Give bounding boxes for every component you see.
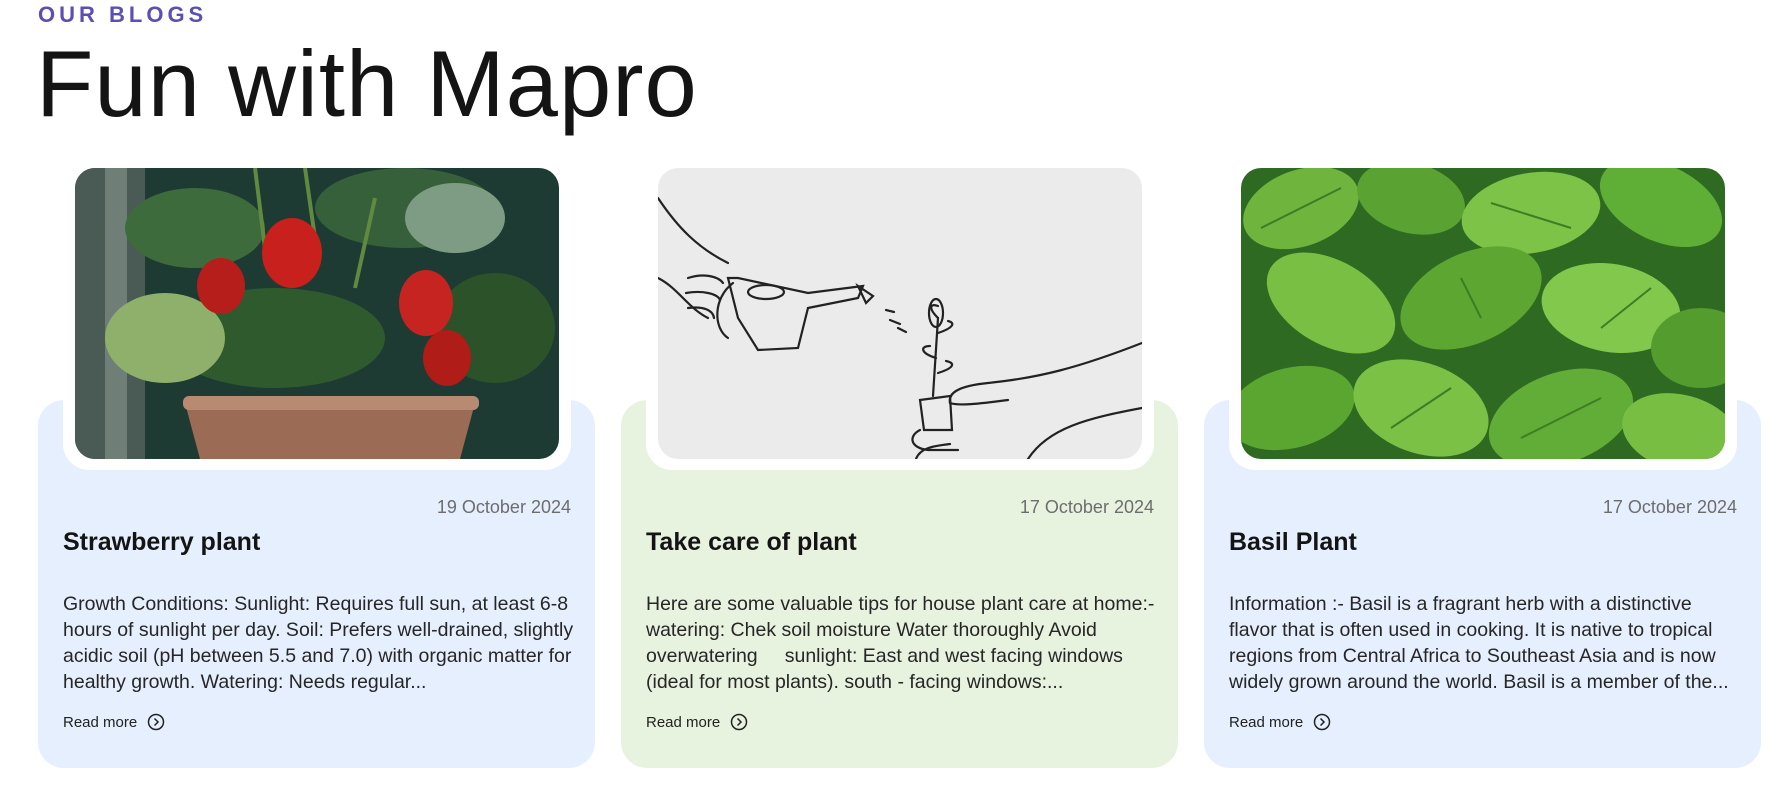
- chevron-right-circle-icon: [730, 713, 748, 731]
- basil-plant-image[interactable]: [1241, 168, 1725, 459]
- strawberry-plant-image[interactable]: [75, 168, 559, 459]
- read-more-label: Read more: [646, 713, 721, 731]
- post-excerpt: Information :- Basil is a fragrant herb …: [1229, 593, 1729, 693]
- read-more-link[interactable]: Read more: [1229, 713, 1331, 731]
- page-title: Fun with Mapro: [36, 31, 698, 136]
- read-more-link[interactable]: Read more: [63, 713, 165, 731]
- strawberry-plant-illustration: [75, 168, 559, 459]
- post-title[interactable]: Take care of plant: [646, 528, 857, 557]
- post-excerpt: Growth Conditions: Sunlight: Requires fu…: [63, 593, 574, 693]
- post-title[interactable]: Strawberry plant: [63, 528, 260, 557]
- basil-leaves-illustration: [1241, 168, 1725, 459]
- section-eyebrow: OUR BLOGS: [38, 2, 208, 27]
- read-more-label: Read more: [63, 713, 138, 731]
- read-more-link[interactable]: Read more: [646, 713, 748, 731]
- post-date: 17 October 2024: [1019, 497, 1154, 517]
- chevron-right-circle-icon: [1313, 713, 1331, 731]
- chevron-right-circle-icon: [147, 713, 165, 731]
- watering-plant-image[interactable]: [658, 168, 1142, 459]
- post-date: 19 October 2024: [436, 497, 571, 517]
- read-more-label: Read more: [1229, 713, 1304, 731]
- post-excerpt: Here are some valuable tips for house pl…: [646, 593, 1155, 693]
- watering-can-illustration: [658, 168, 1142, 459]
- post-date: 17 October 2024: [1602, 497, 1737, 517]
- post-title[interactable]: Basil Plant: [1229, 528, 1357, 557]
